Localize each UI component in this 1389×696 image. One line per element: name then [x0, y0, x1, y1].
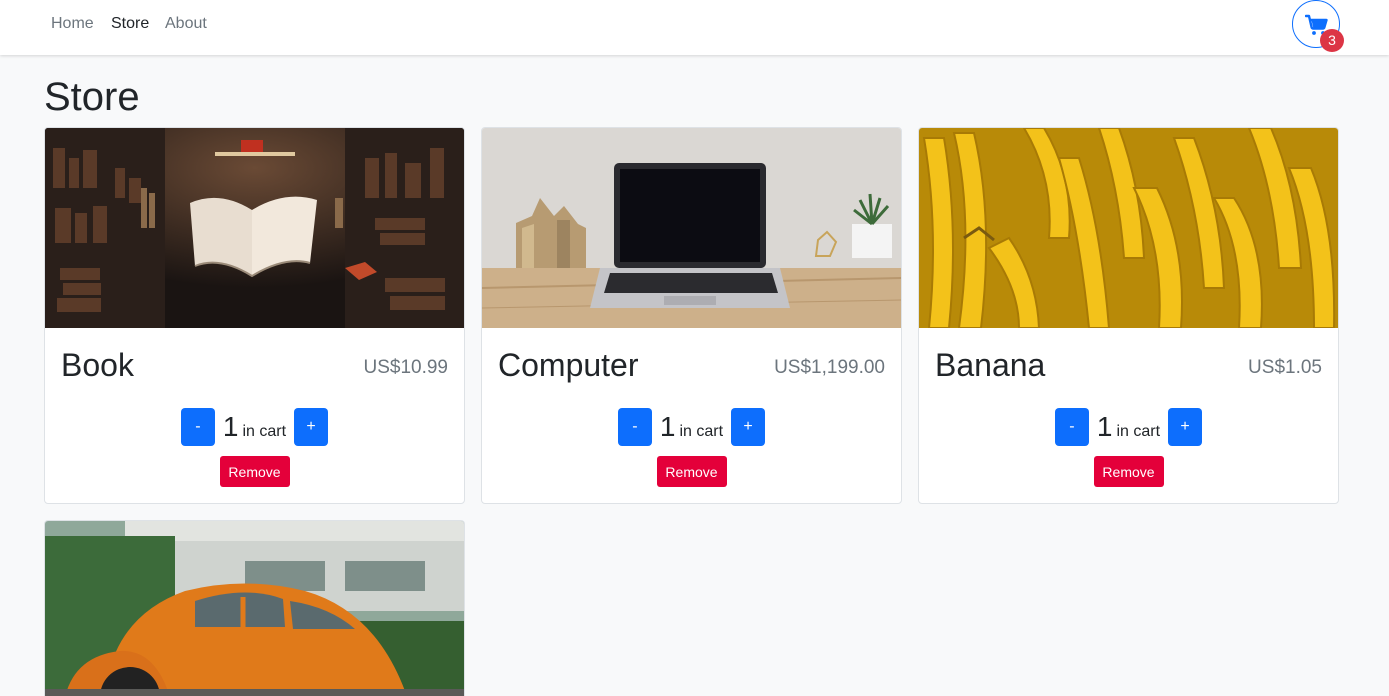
quantity-control: - 1 in cart +	[482, 408, 901, 446]
card-body: Computer US$1,199.00 - 1 in cart + Remov…	[482, 328, 901, 502]
nav-link-home[interactable]: Home	[51, 14, 94, 33]
quantity-value: 1	[222, 411, 239, 442]
product-price: US$1,199.00	[774, 357, 885, 378]
banana-image	[919, 128, 1338, 328]
decrease-quantity-button[interactable]: -	[180, 408, 215, 446]
quantity-display: 1 in cart	[660, 412, 723, 442]
increase-quantity-button[interactable]: +	[1168, 408, 1203, 446]
cart-count-badge: 3	[1320, 29, 1344, 52]
quantity-display: 1 in cart	[1097, 412, 1160, 442]
product-price: US$1.05	[1248, 357, 1322, 378]
quantity-label: in cart	[242, 423, 287, 440]
quantity-value: 1	[659, 411, 676, 442]
product-card-computer: Computer US$1,199.00 - 1 in cart + Remov…	[481, 127, 902, 504]
remove-button[interactable]: Remove	[219, 456, 290, 487]
product-name: Banana	[935, 347, 1046, 383]
quantity-label: in cart	[679, 423, 724, 440]
book-image	[45, 128, 464, 328]
computer-image	[482, 128, 901, 328]
increase-quantity-button[interactable]: +	[294, 408, 329, 446]
quantity-label: in cart	[1116, 423, 1161, 440]
quantity-value: 1	[1096, 411, 1113, 442]
navbar: Home Store About	[0, 0, 1389, 55]
product-card-car	[44, 520, 465, 696]
card-body: Book US$10.99 - 1 in cart + Remove	[45, 328, 464, 502]
product-name: Book	[61, 347, 134, 383]
product-card-book: Book US$10.99 - 1 in cart + Remove	[44, 127, 465, 504]
decrease-quantity-button[interactable]: -	[617, 408, 652, 446]
product-card-banana: Banana US$1.05 - 1 in cart + Remove	[918, 127, 1339, 504]
quantity-control: - 1 in cart +	[45, 408, 464, 446]
nav-link-store[interactable]: Store	[111, 14, 149, 33]
increase-quantity-button[interactable]: +	[731, 408, 766, 446]
quantity-control: - 1 in cart +	[919, 408, 1338, 446]
product-name: Computer	[498, 347, 639, 383]
decrease-quantity-button[interactable]: -	[1054, 408, 1089, 446]
nav-link-about[interactable]: About	[165, 14, 207, 33]
card-body: Banana US$1.05 - 1 in cart + Remove	[919, 328, 1338, 502]
remove-button[interactable]: Remove	[1093, 456, 1164, 487]
remove-button[interactable]: Remove	[656, 456, 727, 487]
quantity-display: 1 in cart	[223, 412, 286, 442]
product-price: US$10.99	[363, 357, 448, 378]
car-image	[45, 521, 464, 696]
page-title: Store	[44, 75, 140, 119]
